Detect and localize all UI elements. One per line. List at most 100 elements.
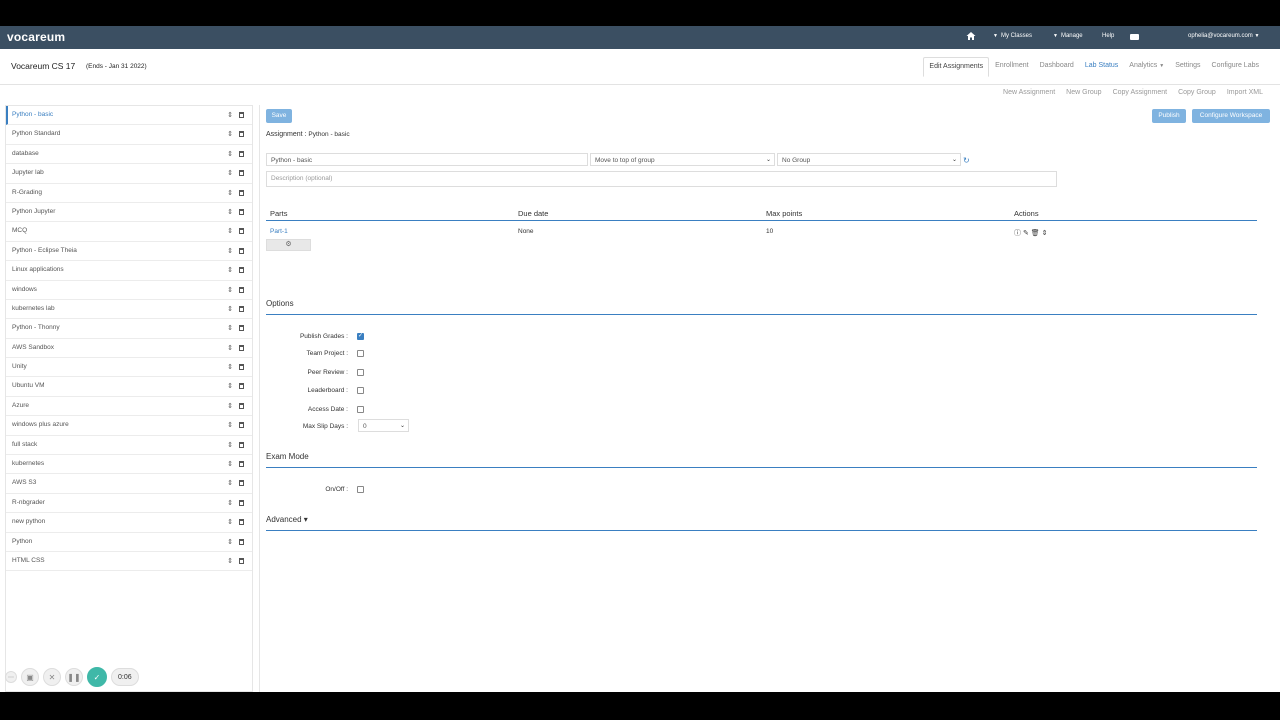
user-menu[interactable]: ophelia@vocareum.com ▼	[1188, 33, 1262, 39]
more-icon[interactable]: ⋯	[5, 671, 17, 683]
list-item[interactable]: new python ⇕	[6, 513, 252, 533]
pause-icon[interactable]: ❚❚	[65, 668, 83, 686]
trash-icon[interactable]	[239, 267, 244, 274]
sort-icon[interactable]: ⇕	[227, 441, 233, 449]
save-button[interactable]: Save	[266, 109, 292, 123]
trash-icon[interactable]	[239, 325, 244, 332]
copy-group-link[interactable]: Copy Group	[1178, 89, 1216, 96]
tab-enrollment[interactable]: Enrollment	[990, 57, 1033, 77]
sort-icon[interactable]: ⇕	[227, 382, 233, 390]
publish-button[interactable]: Publish	[1152, 109, 1186, 123]
list-item[interactable]: Python Standard ⇕	[6, 125, 252, 145]
max-slip-days-select[interactable]: 0 ⌄	[358, 419, 409, 432]
home-icon[interactable]	[966, 31, 976, 41]
list-item[interactable]: full stack ⇕	[6, 436, 252, 456]
exam-onoff-checkbox[interactable]	[357, 486, 364, 493]
new-group-link[interactable]: New Group	[1066, 89, 1101, 96]
add-part-button[interactable]: ⚙	[266, 239, 311, 251]
trash-icon[interactable]	[239, 305, 244, 312]
list-item[interactable]: AWS S3 ⇕	[6, 474, 252, 494]
list-item[interactable]: database ⇕	[6, 145, 252, 165]
trash-icon[interactable]	[239, 131, 244, 138]
sort-icon[interactable]: ⇕	[227, 169, 233, 177]
sort-icon[interactable]: ⇕	[227, 460, 233, 468]
trash-icon[interactable]	[239, 402, 244, 409]
list-item[interactable]: windows ⇕	[6, 281, 252, 300]
info-icon[interactable]: ⓘ	[1014, 230, 1021, 237]
list-item[interactable]: Python ⇕	[6, 533, 252, 552]
list-item[interactable]: Python - Eclipse Theia ⇕	[6, 242, 252, 262]
sort-icon[interactable]: ⇕	[227, 189, 233, 197]
tab-edit-assignments[interactable]: Edit Assignments	[923, 57, 990, 77]
position-select[interactable]: Move to top of group ⌄	[590, 153, 775, 166]
trash-icon[interactable]	[239, 247, 244, 254]
manage-menu[interactable]: ▼ Manage	[1053, 33, 1083, 39]
sort-icon[interactable]: ⇕	[227, 130, 233, 138]
sort-icon[interactable]: ⇕	[227, 538, 233, 546]
sort-icon[interactable]: ⇕	[227, 479, 233, 487]
my-classes-menu[interactable]: ▼ My Classes	[993, 33, 1032, 39]
sort-icon[interactable]: ⇕	[227, 499, 233, 507]
copy-assignment-link[interactable]: Copy Assignment	[1113, 89, 1167, 96]
configure-workspace-button[interactable]: Configure Workspace	[1192, 109, 1270, 123]
trash-icon[interactable]	[239, 189, 244, 196]
finish-recording-icon[interactable]: ✓	[87, 667, 107, 687]
trash-icon[interactable]	[239, 557, 244, 564]
tab-settings[interactable]: Settings	[1170, 57, 1205, 77]
trash-icon[interactable]	[239, 499, 244, 506]
sort-icon[interactable]: ⇕	[227, 421, 233, 429]
team-project-checkbox[interactable]	[357, 350, 364, 357]
part-link[interactable]: Part-1	[270, 228, 288, 235]
tab-configure-labs[interactable]: Configure Labs	[1207, 57, 1264, 77]
edit-icon[interactable]: ✎	[1023, 230, 1029, 237]
advanced-toggle[interactable]: Advanced ▾	[266, 515, 308, 524]
list-item[interactable]: kubernetes lab ⇕	[6, 300, 252, 320]
sort-icon[interactable]: ⇕	[227, 111, 233, 119]
trash-icon[interactable]	[239, 461, 244, 468]
trash-icon[interactable]	[239, 383, 244, 390]
sort-icon[interactable]: ⇕	[227, 227, 233, 235]
list-item[interactable]: MCQ ⇕	[6, 222, 252, 242]
list-item[interactable]: AWS Sandbox ⇕	[6, 339, 252, 359]
list-item[interactable]: kubernetes ⇕	[6, 455, 252, 475]
trash-icon[interactable]	[239, 170, 244, 177]
sort-icon[interactable]: ⇕	[227, 266, 233, 274]
group-select[interactable]: No Group ⌄	[777, 153, 961, 166]
access-date-checkbox[interactable]	[357, 406, 364, 413]
sort-icon[interactable]: ⇕	[227, 208, 233, 216]
list-item[interactable]: Python Jupyter ⇕	[6, 203, 252, 223]
sort-icon[interactable]: ⇕	[227, 150, 233, 158]
new-assignment-link[interactable]: New Assignment	[1003, 89, 1055, 96]
list-item[interactable]: Python - basic ⇕	[6, 106, 252, 126]
cancel-icon[interactable]: ✕	[43, 668, 61, 686]
trash-icon[interactable]	[239, 150, 244, 157]
list-item[interactable]: Unity ⇕	[6, 358, 252, 378]
refresh-icon[interactable]: ↻	[963, 156, 970, 165]
trash-icon[interactable]	[239, 422, 244, 429]
logo[interactable]: vocareum	[7, 30, 65, 44]
list-item[interactable]: Azure ⇕	[6, 397, 252, 417]
trash-icon[interactable]	[239, 344, 244, 351]
list-item[interactable]: R-nbgrader ⇕	[6, 494, 252, 514]
trash-icon[interactable]	[239, 364, 244, 371]
assignment-name-input[interactable]: Python - basic	[266, 153, 588, 166]
list-item[interactable]: Jupyter lab ⇕	[6, 164, 252, 184]
trash-icon[interactable]	[239, 519, 244, 526]
trash-icon[interactable]	[239, 538, 244, 545]
description-textarea[interactable]: Description (optional)	[266, 171, 1057, 187]
trash-icon[interactable]	[239, 228, 244, 235]
list-item[interactable]: windows plus azure ⇕	[6, 416, 252, 436]
tab-analytics[interactable]: Analytics ▼	[1124, 57, 1169, 77]
tab-dashboard[interactable]: Dashboard	[1035, 57, 1079, 77]
trash-icon[interactable]	[239, 480, 244, 487]
trash-icon[interactable]	[239, 286, 244, 293]
peer-review-checkbox[interactable]	[357, 369, 364, 376]
sort-icon[interactable]: ⇕	[227, 324, 233, 332]
help-link[interactable]: Help	[1102, 33, 1114, 39]
list-item[interactable]: R-Grading ⇕	[6, 184, 252, 203]
list-item[interactable]: Python - Thonny ⇕	[6, 319, 252, 339]
trash-icon[interactable]: 🗑	[1031, 230, 1040, 237]
list-item[interactable]: HTML CSS ⇕	[6, 552, 252, 572]
trash-icon[interactable]	[239, 112, 244, 118]
mail-icon[interactable]	[1130, 34, 1139, 40]
